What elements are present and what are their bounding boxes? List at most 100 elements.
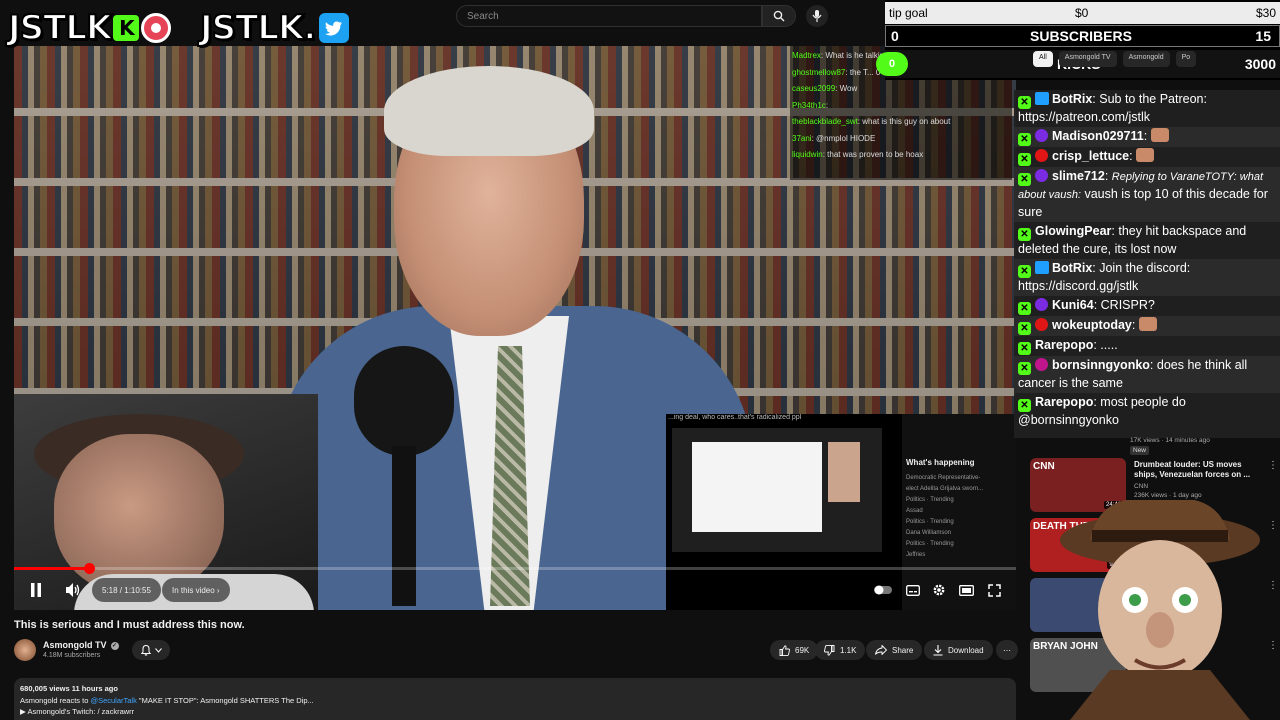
channel-name-row[interactable]: Asmongold TV ✓: [43, 640, 119, 650]
search-button[interactable]: [762, 5, 796, 27]
chat-text: CRISPR?: [1100, 298, 1155, 312]
logo-text: JSTLK.: [199, 7, 317, 49]
filter-chips: All Asmongold TV Asmongold Po: [1033, 51, 1197, 67]
embed-title: ...ing deal, who cares..that's radicaliz…: [668, 414, 802, 421]
notification-bell-button[interactable]: [132, 640, 170, 660]
share-icon: [875, 645, 887, 655]
voice-search-button[interactable]: [806, 5, 828, 27]
chat-username[interactable]: crisp_lettuce: [1052, 149, 1129, 163]
time-display: 5:18 / 1:10:55: [92, 578, 161, 602]
chat-username[interactable]: Kuni64: [1052, 298, 1094, 312]
logo-text: JSTLK: [7, 7, 113, 49]
sub-badge-icon: [1035, 129, 1048, 142]
dislike-button[interactable]: 1.1K: [815, 640, 866, 660]
microphone-icon: [812, 10, 822, 22]
subs-target: 15: [1255, 28, 1271, 44]
chat-username[interactable]: slime712: [1052, 169, 1105, 183]
reaction-webcam: [14, 394, 318, 610]
theater-mode-button[interactable]: [957, 578, 975, 602]
chat-emote-icon: [1150, 128, 1169, 142]
video-description[interactable]: 680,005 views 11 hours ago Asmongold rea…: [14, 678, 1016, 720]
tip-goal-label: tip goal: [889, 6, 928, 20]
share-button[interactable]: Share: [866, 640, 923, 660]
in-this-video-button[interactable]: In this video ›: [162, 578, 230, 602]
chat-message: ✕ bornsinngyonko: does he think all cance…: [1014, 356, 1280, 393]
fullscreen-button[interactable]: [985, 578, 1003, 602]
kick-chat-icon: ✕: [1018, 153, 1031, 166]
video-chat-line: 37ani: @nmplol HIODE: [792, 133, 876, 143]
chat-username[interactable]: Madison029711: [1052, 129, 1144, 143]
channel-name[interactable]: Asmongold TV: [43, 640, 107, 650]
subscribers-goal-row: 0 SUBSCRIBERS 15: [885, 25, 1280, 47]
sub-badge-icon: [1035, 298, 1048, 311]
theater-mode-icon: [958, 584, 974, 596]
record-icon: [141, 13, 172, 43]
video-chat-text: that was proven to be hoax: [827, 150, 924, 159]
kick-chat-icon: ✕: [1018, 342, 1031, 355]
stream-goals-panel: tip goal $0 $30 0 SUBSCRIBERS 15 KICKS 3…: [885, 0, 1280, 80]
trending-item: Politics · Trending: [906, 541, 954, 547]
video-chat-user: Madtrex: [792, 51, 821, 60]
filter-chip[interactable]: All: [1033, 51, 1053, 67]
kick-chat-icon: ✕: [1018, 173, 1031, 186]
more-actions-button[interactable]: ⋯: [996, 640, 1018, 660]
chat-message: ✕ crisp_lettuce:: [1014, 147, 1280, 167]
kicks-target: 3000: [1244, 56, 1276, 72]
cartoon-detective-overlay: [1060, 500, 1260, 720]
chat-username[interactable]: BotRix: [1052, 261, 1092, 275]
chevron-down-icon: [154, 647, 162, 653]
video-chat-text: what is this guy on about: [862, 117, 951, 126]
chat-username[interactable]: GlowingPear: [1035, 224, 1111, 238]
trending-item: Politics · Trending: [906, 519, 954, 525]
view-count-date: 680,005 views 11 hours ago: [20, 684, 118, 693]
pause-icon: [31, 583, 41, 597]
seek-bar[interactable]: [14, 563, 1016, 574]
more-vert-icon[interactable]: ⋮: [1268, 460, 1278, 471]
kick-chat-icon: ✕: [1018, 362, 1031, 375]
video-chat-user: ghostmellow87: [792, 67, 846, 77]
volume-button[interactable]: [62, 578, 84, 602]
kick-icon: K: [113, 15, 140, 41]
filter-chip[interactable]: Asmongold TV: [1058, 51, 1117, 67]
settings-button[interactable]: [930, 578, 948, 602]
autoplay-toggle-icon: [874, 585, 892, 595]
secular-talk-link[interactable]: @SecularTalk: [90, 696, 136, 705]
chat-username[interactable]: Rarepopo: [1035, 338, 1093, 352]
subs-label: SUBSCRIBERS: [1030, 28, 1132, 44]
video-chat-line: theblackblade_swt: what is this guy on a…: [792, 117, 951, 126]
pause-button[interactable]: [26, 578, 46, 602]
chat-emote-icon: [1138, 317, 1157, 331]
trending-heading: What's happening: [906, 458, 975, 467]
share-label: Share: [892, 645, 914, 655]
download-button[interactable]: Download: [924, 640, 993, 660]
suggestion-title[interactable]: Drumbeat louder: US moves ships, Venezue…: [1134, 460, 1266, 480]
video-chat-line: Ph34th1c:: [792, 100, 829, 110]
description-line: ▶ Asmongold's Twitch: / zackrawrr: [20, 707, 135, 716]
chat-username[interactable]: Rarepopo: [1035, 395, 1093, 409]
chat-username[interactable]: bornsinngyonko: [1052, 358, 1150, 372]
search-input[interactable]: Search: [456, 5, 762, 27]
autoplay-toggle[interactable]: [874, 578, 892, 602]
kick-chat-icon: ✕: [1018, 228, 1031, 241]
chat-text: .....: [1100, 338, 1118, 352]
trending-item: Democratic Representative-: [906, 475, 981, 481]
chat-message: ✕ Kuni64: CRISPR?: [1014, 296, 1280, 316]
like-button[interactable]: 69K: [770, 640, 819, 660]
fullscreen-icon: [987, 583, 1001, 597]
chat-username[interactable]: wokeuptoday: [1052, 318, 1132, 332]
screen: Search JSTLK K JSTLK. Madtrex: What is h…: [0, 0, 1280, 720]
volume-icon: [65, 583, 79, 597]
suggestion-channel: CNN: [1134, 483, 1149, 490]
subs-current: 0: [891, 28, 899, 44]
filter-chip[interactable]: Asmongold: [1122, 51, 1170, 67]
chat-message: ✕ Rarepopo: most people do @bornsinngyonk…: [1018, 395, 1186, 427]
dislike-count: 1.1K: [840, 645, 857, 655]
channel-avatar[interactable]: [14, 639, 36, 661]
more-dots-icon: ⋯: [1003, 645, 1011, 655]
live-chat: ✕ BotRix: Sub to the Patreon: https://pat…: [1014, 90, 1280, 438]
subtitles-button[interactable]: [904, 578, 922, 602]
video-chat-text: @nmplol HIODE: [816, 133, 876, 143]
filter-chip[interactable]: Po: [1175, 51, 1197, 67]
download-label: Download: [948, 645, 984, 655]
chat-username[interactable]: BotRix: [1052, 92, 1092, 106]
